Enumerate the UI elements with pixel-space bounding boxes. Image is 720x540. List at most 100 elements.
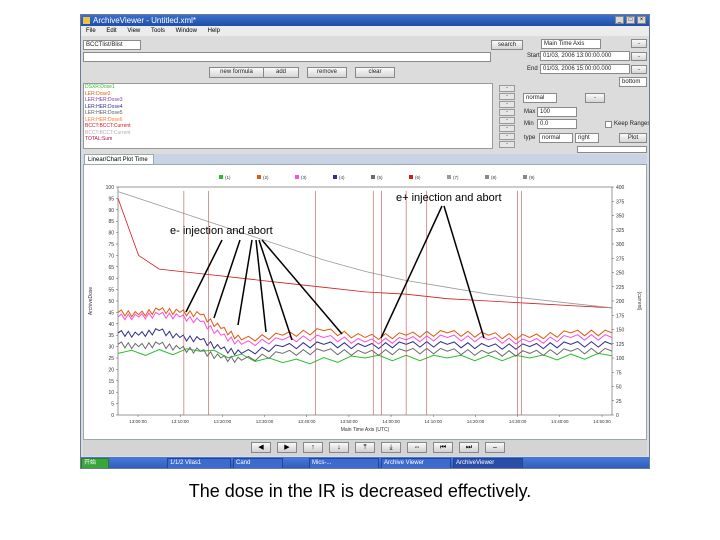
y2-tick-label: 175 — [616, 313, 625, 319]
scroll-left-button[interactable]: ◀ — [251, 442, 271, 453]
y-tick-label: 95 — [108, 196, 114, 202]
zoom-out-y-button[interactable]: ⤓ — [381, 442, 401, 453]
pv-list-item[interactable]: TOTAL:Sum — [84, 136, 492, 143]
legend-swatch — [333, 175, 337, 179]
legend-swatch — [219, 175, 223, 179]
pv-4-collapse-button[interactable]: - — [499, 109, 515, 116]
y2-tick-label: 400 — [616, 185, 625, 191]
tab-time-plots[interactable]: Linear/Chart Plot Time Plots — [84, 154, 154, 173]
keep-ranges-checkbox[interactable] — [605, 121, 612, 128]
y-tick-label: 30 — [108, 345, 114, 351]
side-select[interactable]: right — [575, 133, 599, 143]
last-button[interactable]: ⏭ — [459, 442, 479, 453]
end-label: End — [527, 66, 538, 72]
plot-button[interactable]: Plot — [619, 133, 647, 143]
y-tick-label: 15 — [108, 379, 114, 385]
menu-bar: File Edit View Tools Window Help — [81, 26, 649, 36]
start-collapse-button[interactable]: - — [631, 52, 647, 61]
legend-swatch — [447, 175, 451, 179]
time-axis-collapse-button[interactable]: - — [631, 39, 647, 48]
pv-8-collapse-button[interactable]: - — [499, 141, 515, 148]
menu-tools[interactable]: Tools — [151, 28, 165, 34]
maximize-button[interactable]: □ — [626, 16, 635, 24]
pv-5-collapse-button[interactable]: - — [499, 117, 515, 124]
plot-frame — [117, 186, 613, 416]
start-button[interactable]: 开始 — [81, 458, 109, 468]
axis-normal-select[interactable]: normal — [523, 93, 557, 103]
x-tick-label: 13:20:00 — [214, 419, 232, 424]
x-tick-label: 13:10:00 — [171, 419, 189, 424]
close-button[interactable]: × — [637, 16, 646, 24]
taskbar-item-3[interactable]: Mics-... — [309, 458, 379, 468]
y-tick-label: 0 — [111, 413, 114, 419]
type-select[interactable]: normal — [539, 133, 573, 143]
y2-tick-label: 150 — [616, 328, 625, 334]
taskbar-item-4[interactable]: Archive Viewer — [381, 458, 451, 468]
navigation-bar: ◀ ▶ ↑ ↓ ⤒ ⤓ ⇔ ⏮ ⏭ – — [83, 440, 647, 456]
x-tick-label: 14:00:00 — [382, 419, 400, 424]
max-input[interactable]: 100 — [537, 107, 577, 117]
scroll-right-button[interactable]: ▶ — [277, 442, 297, 453]
y2-tick-label: 375 — [616, 199, 625, 205]
y-tick-label: 65 — [108, 265, 114, 271]
y-tick-label: 20 — [108, 367, 114, 373]
window-title: ArchiveViewer - Untitled.xml* — [93, 16, 196, 25]
clear-button[interactable]: clear — [355, 67, 395, 78]
menu-help[interactable]: Help — [208, 28, 220, 34]
taskbar-item-2[interactable]: Cand — [233, 458, 283, 468]
scroll-down-button[interactable]: ↓ — [329, 442, 349, 453]
add-button[interactable]: add — [263, 67, 299, 78]
menu-window[interactable]: Window — [176, 28, 197, 34]
legend-label: (3) — [301, 175, 307, 180]
axis-scrollbar[interactable] — [577, 146, 647, 153]
remove-button[interactable]: remove — [307, 67, 347, 78]
y2-tick-label: 100 — [616, 356, 625, 362]
y2-tick-label: 250 — [616, 271, 625, 277]
taskbar: 开始 1/1/2 Vilas1 Cand Mics-... Archive Vi… — [81, 457, 649, 468]
y-tick-label: 25 — [108, 356, 114, 362]
y2-tick-label: 325 — [616, 228, 625, 234]
end-collapse-button[interactable]: - — [631, 65, 647, 74]
end-time-input[interactable]: 01/03, 2006 15:00:00.000 — [540, 64, 630, 74]
minimize-button[interactable]: _ — [615, 16, 624, 24]
menu-view[interactable]: View — [127, 28, 140, 34]
taskbar-item-1[interactable]: 1/1/2 Vilas1 — [167, 458, 231, 468]
pv-6-collapse-button[interactable]: - — [499, 125, 515, 132]
scroll-up-button[interactable]: ↑ — [303, 442, 323, 453]
menu-edit[interactable]: Edit — [106, 28, 116, 34]
pv-1-collapse-button[interactable]: - — [499, 85, 515, 92]
zoom-in-y-button[interactable]: ⤒ — [355, 442, 375, 453]
start-time-input[interactable]: 01/03, 2006 13:00:00.000 — [540, 51, 630, 61]
menu-file[interactable]: File — [86, 28, 96, 34]
y-tick-label: 100 — [106, 185, 115, 191]
y-tick-label: 10 — [108, 390, 114, 396]
x-tick-label: 13:30:00 — [256, 419, 274, 424]
plot-area[interactable]: 100 95 90 85 80 75 70 65 60 55 50 45 40 35 30 25 20 15 10 5… — [83, 164, 647, 440]
legend-label: (1) — [225, 175, 231, 180]
pv-2-collapse-button[interactable]: - — [499, 93, 515, 100]
pv-7-collapse-button[interactable]: - — [499, 133, 515, 140]
min-input[interactable]: 0.0 — [537, 119, 577, 129]
x-tick-label: 14:50:00 — [593, 419, 611, 424]
zoom-x-button[interactable]: ⇔ — [407, 442, 427, 453]
keep-ranges-label: Keep Ranges — [614, 121, 650, 127]
y-tick-label: 5 — [111, 402, 114, 408]
reset-button[interactable]: – — [485, 442, 505, 453]
axis-collapse-button[interactable]: - — [585, 93, 605, 103]
search-button[interactable]: search — [491, 40, 523, 50]
pv-filter-select[interactable]: BCCTlist/Blist — [83, 40, 141, 50]
title-bar: ArchiveViewer - Untitled.xml* _ □ × — [81, 15, 649, 26]
new-formula-button[interactable]: new formula — [209, 67, 264, 78]
pv-list[interactable]: DSXR:Dose1 LER:Dose2 LER:HER:Dose3 LER:HER:… — [83, 83, 493, 149]
taskbar-item-5[interactable]: ArchiveViewer — [453, 458, 523, 468]
legend-label: (2) — [263, 175, 269, 180]
first-button[interactable]: ⏮ — [433, 442, 453, 453]
pv-3-collapse-button[interactable]: - — [499, 101, 515, 108]
legend-swatch — [371, 175, 375, 179]
time-axis-select[interactable]: Main Time Axis — [541, 39, 601, 49]
slide-caption: The dose in the IR is decreased effectiv… — [188, 481, 532, 501]
y2-axis-label: (current) — [636, 292, 642, 311]
y2-tick-label: 25 — [616, 399, 622, 405]
pv-name-input[interactable] — [83, 52, 491, 62]
bottom-select[interactable]: bottom — [619, 77, 647, 87]
